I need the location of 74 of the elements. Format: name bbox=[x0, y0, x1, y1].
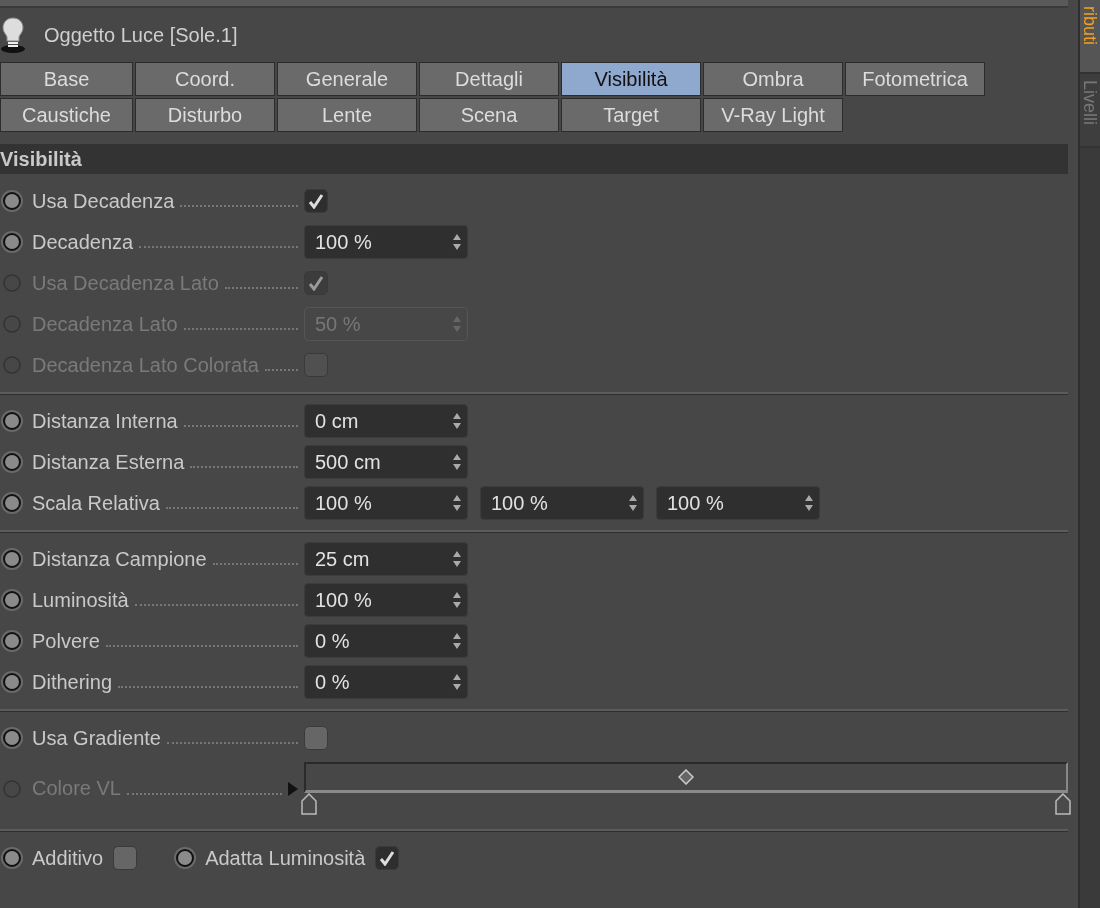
keyframe-circle-icon bbox=[0, 846, 24, 870]
side-tab[interactable]: Livelli bbox=[1080, 74, 1100, 148]
parameter-label: Luminosità bbox=[32, 588, 129, 612]
check-icon bbox=[308, 193, 324, 209]
parameter-label: Dithering bbox=[32, 670, 113, 694]
stepper-arrows-icon bbox=[453, 495, 461, 511]
expand-triangle-icon bbox=[288, 781, 298, 796]
stepper-arrows-icon bbox=[453, 633, 461, 649]
number-field[interactable]: 0 cm bbox=[304, 404, 468, 438]
stepper-arrows-icon bbox=[453, 674, 461, 690]
check-icon bbox=[308, 275, 324, 291]
section-header: Visibilità bbox=[0, 144, 1068, 174]
tab[interactable]: Disturbo bbox=[135, 98, 275, 132]
checkbox[interactable] bbox=[113, 846, 138, 870]
stepper-arrows-icon bbox=[629, 495, 637, 511]
field-value: 0 % bbox=[315, 629, 350, 653]
tab[interactable]: Dettagli bbox=[419, 62, 559, 96]
stepper-arrows-icon bbox=[453, 413, 461, 429]
keyframe-circle-icon bbox=[173, 846, 198, 870]
color-stop-icon bbox=[301, 793, 317, 815]
tab[interactable]: Scena bbox=[419, 98, 559, 132]
number-field[interactable]: 100 % bbox=[304, 486, 468, 520]
field-value: 100 % bbox=[315, 230, 372, 254]
color-stop-icon bbox=[1055, 793, 1071, 815]
parameter-label: Additivo bbox=[32, 846, 104, 870]
parameter-label: Decadenza bbox=[32, 230, 134, 254]
check-icon bbox=[379, 850, 396, 866]
field-value: 500 cm bbox=[315, 450, 381, 474]
checkbox[interactable] bbox=[375, 846, 400, 870]
parameter-label: Adatta Luminosità bbox=[205, 846, 366, 870]
parameter-label: Usa Decadenza bbox=[32, 189, 175, 213]
number-field[interactable]: 0 % bbox=[304, 665, 468, 699]
diamond-knot-icon bbox=[678, 769, 694, 785]
checkbox[interactable] bbox=[304, 726, 328, 750]
field-value: 0 % bbox=[315, 670, 350, 694]
window-title: Oggetto Luce [Sole.1] bbox=[44, 23, 238, 47]
tab[interactable]: Visibilità bbox=[561, 62, 701, 96]
stepper-arrows-icon bbox=[453, 454, 461, 470]
tab[interactable]: Generale bbox=[277, 62, 417, 96]
tab[interactable]: Lente bbox=[277, 98, 417, 132]
gradient-bar[interactable] bbox=[304, 762, 1068, 793]
tab[interactable]: Fotometrica bbox=[845, 62, 985, 96]
field-value: 100 % bbox=[315, 491, 372, 515]
field-value: 25 cm bbox=[315, 547, 370, 571]
parameter-label: Scala Relativa bbox=[32, 491, 160, 515]
side-tab[interactable]: ributi bbox=[1080, 0, 1100, 74]
number-field[interactable]: 100 % bbox=[656, 486, 820, 520]
parameter-label: Distanza Interna bbox=[32, 409, 178, 433]
tab[interactable]: Ombra bbox=[703, 62, 843, 96]
tab[interactable]: Target bbox=[561, 98, 701, 132]
number-field[interactable]: 500 cm bbox=[304, 445, 468, 479]
field-value: 0 cm bbox=[315, 409, 359, 433]
number-field[interactable]: 100 % bbox=[304, 583, 468, 617]
parameter-label: Distanza Esterna bbox=[32, 450, 185, 474]
stepper-arrows-icon bbox=[805, 495, 813, 511]
number-field[interactable]: 100 % bbox=[480, 486, 644, 520]
tab[interactable]: Coord. bbox=[135, 62, 275, 96]
tab[interactable]: Base bbox=[0, 62, 133, 96]
number-field[interactable]: 100 % bbox=[304, 225, 468, 259]
parameter-label: Polvere bbox=[32, 629, 100, 653]
stepper-arrows-icon bbox=[453, 316, 461, 332]
field-value: 100 % bbox=[491, 491, 548, 515]
tab[interactable]: Caustiche bbox=[0, 98, 133, 132]
number-field[interactable]: 0 % bbox=[304, 624, 468, 658]
field-value: 100 % bbox=[667, 491, 724, 515]
stepper-arrows-icon bbox=[453, 551, 461, 567]
parameter-label: Usa Gradiente bbox=[32, 726, 161, 750]
parameter-label: Distanza Campione bbox=[32, 547, 207, 571]
stepper-arrows-icon bbox=[453, 592, 461, 608]
checkbox[interactable] bbox=[304, 189, 328, 213]
number-field[interactable]: 25 cm bbox=[304, 542, 468, 576]
stepper-arrows-icon bbox=[453, 234, 461, 250]
tab[interactable]: V-Ray Light bbox=[703, 98, 843, 132]
field-value: 100 % bbox=[315, 588, 372, 612]
